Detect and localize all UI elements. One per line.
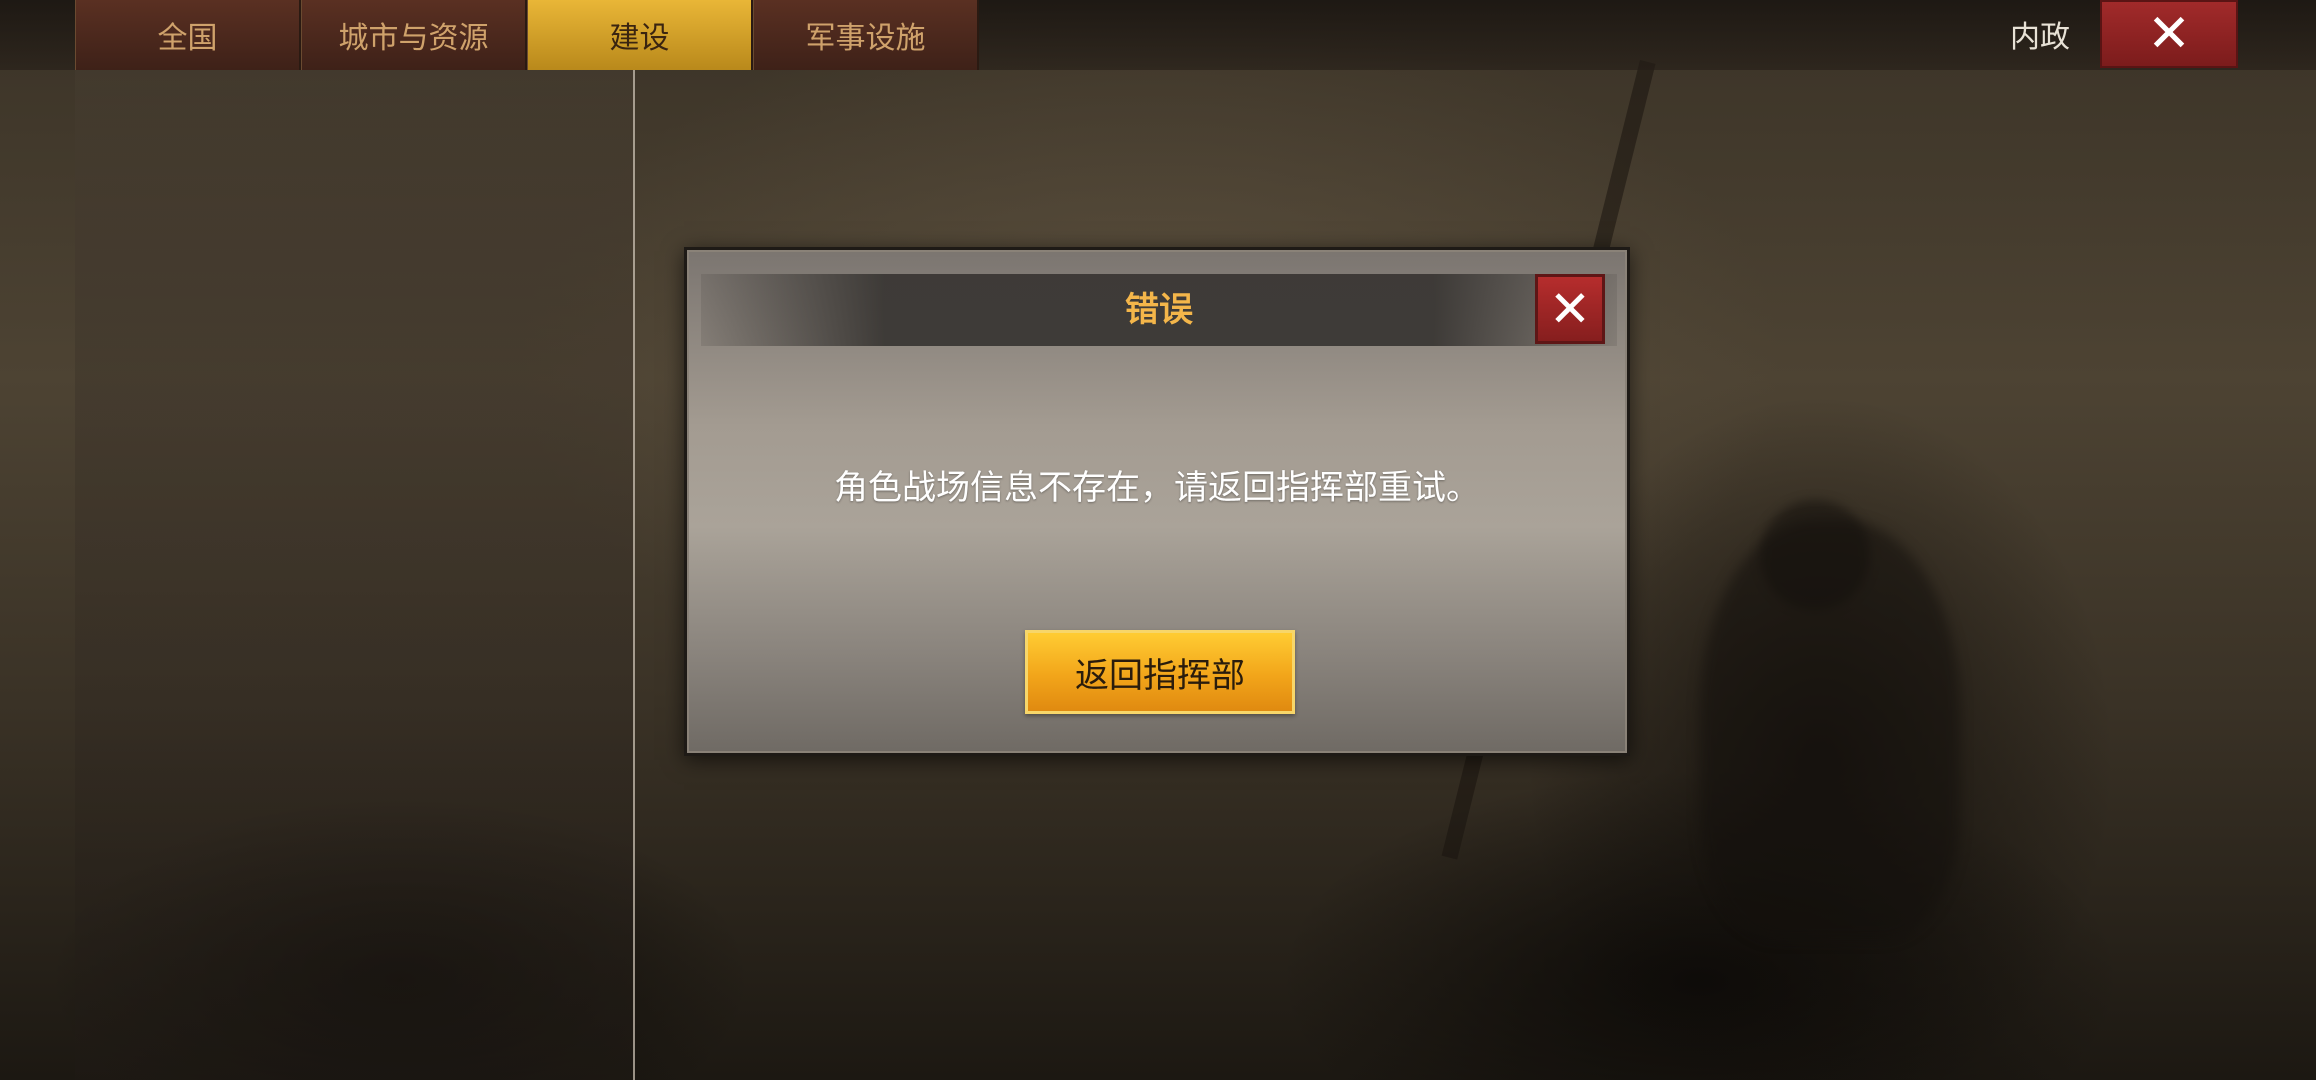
close-button[interactable]: ✕ (2100, 0, 2238, 68)
dialog-title: 错误 (1125, 290, 1193, 330)
tab-cities-resources[interactable]: 城市与资源 (301, 0, 527, 70)
dialog-header: 错误 (701, 274, 1617, 346)
dialog-message: 角色战场信息不存在，请返回指挥部重试。 (834, 468, 1480, 508)
section-title: 内政 (2010, 20, 2070, 55)
dialog-close-button[interactable]: ✕ (1535, 274, 1605, 344)
tab-military-facilities[interactable]: 军事设施 (753, 0, 979, 70)
close-icon: ✕ (1549, 280, 1591, 338)
close-icon: ✕ (2147, 4, 2191, 64)
panel-divider (633, 70, 635, 1080)
error-dialog: 错误 ✕ 角色战场信息不存在，请返回指挥部重试。 返回指挥部 (684, 247, 1630, 756)
tab-nationwide[interactable]: 全国 (75, 0, 301, 70)
game-screen: 全国 城市与资源 建设 军事设施 内政 ✕ 错误 ✕ 角色战场信息不存在，请返回… (0, 0, 2316, 1080)
left-panel (75, 70, 633, 1080)
top-bar: 全国 城市与资源 建设 军事设施 内政 ✕ (0, 0, 2316, 70)
background-soldier-silhouette (1700, 520, 1960, 940)
return-to-headquarters-button[interactable]: 返回指挥部 (1025, 630, 1295, 714)
tab-construction[interactable]: 建设 (527, 0, 753, 70)
tab-bar: 全国 城市与资源 建设 军事设施 (75, 0, 979, 70)
